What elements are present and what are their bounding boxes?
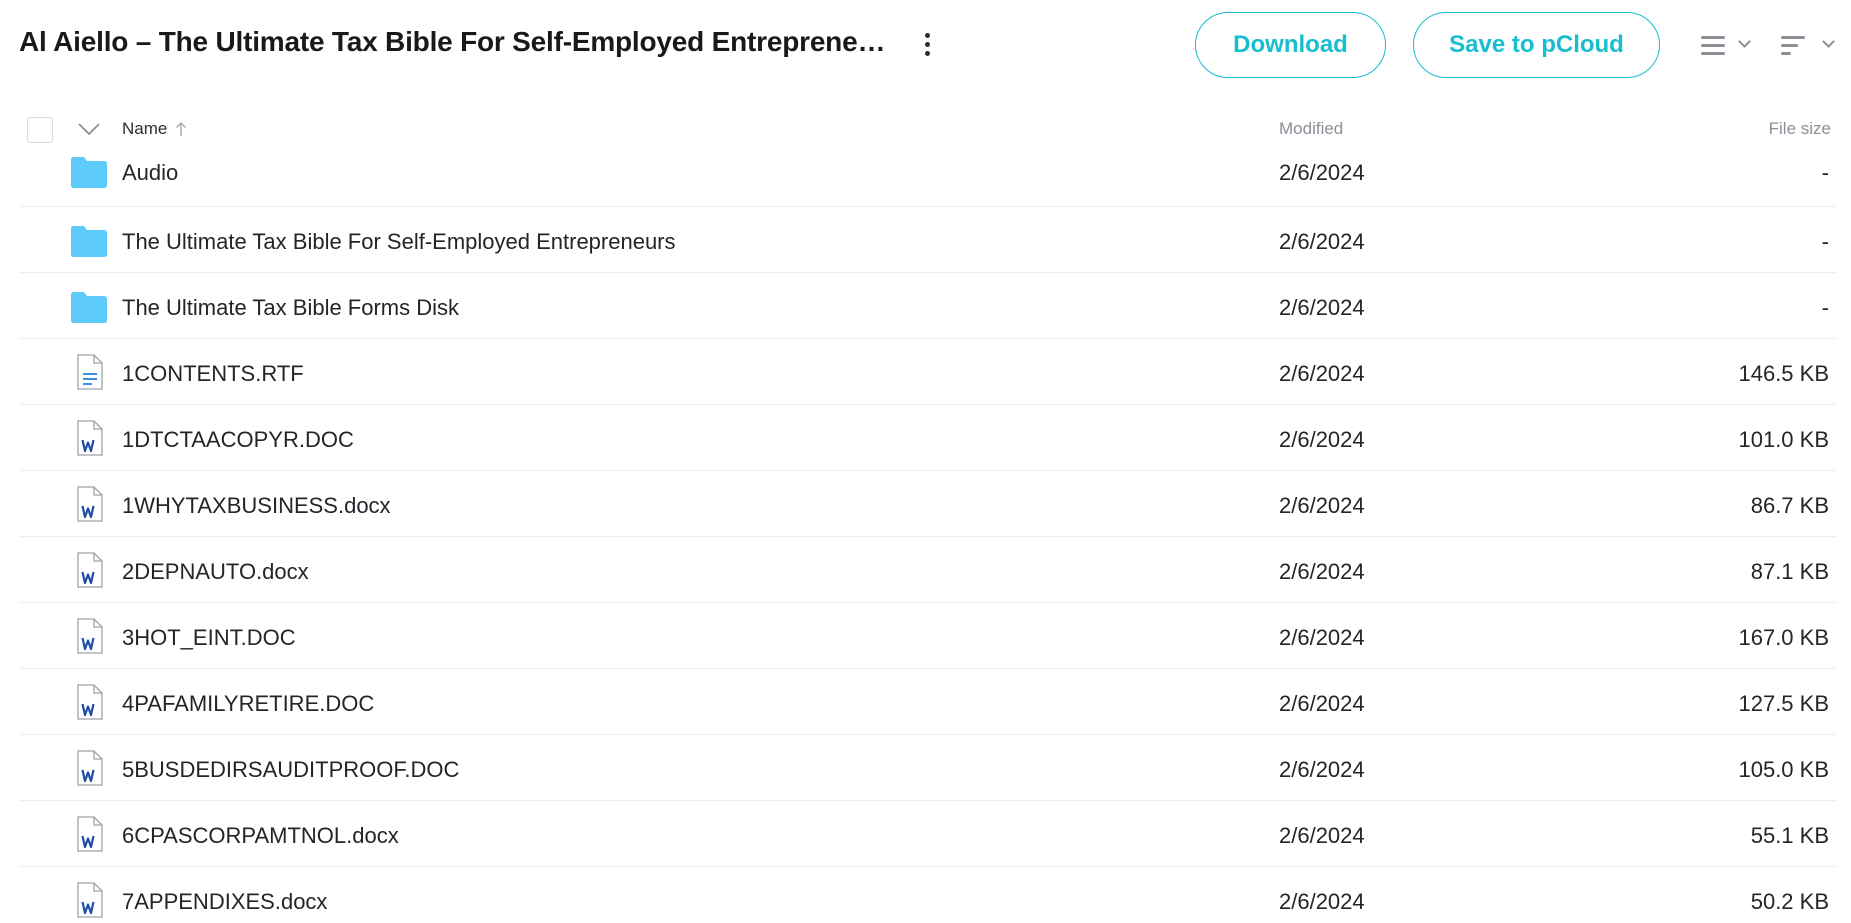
row-modified-date: 2/6/2024	[1279, 361, 1365, 386]
file-row[interactable]: 1DTCTAACOPYR.DOC 2/6/2024 101.0 KB	[19, 405, 1837, 471]
word-document-icon	[77, 552, 103, 588]
page-title: Al Aiello – The Ultimate Tax Bible For S…	[19, 26, 889, 57]
more-dot-icon	[924, 50, 930, 56]
row-modified-date: 2/6/2024	[1279, 625, 1365, 650]
folder-icon	[71, 226, 107, 257]
word-document-icon	[77, 750, 103, 786]
word-document-icon	[77, 618, 103, 654]
file-row[interactable]: 7APPENDIXES.docx 2/6/2024 50.2 KB	[19, 867, 1837, 923]
file-row[interactable]: 1CONTENTS.RTF 2/6/2024 146.5 KB	[19, 339, 1837, 405]
modified-column-header[interactable]: Modified	[1279, 119, 1343, 139]
save-to-pcloud-button[interactable]: Save to pCloud	[1413, 12, 1660, 78]
row-file-size: 127.5 KB	[1738, 691, 1829, 716]
row-file-size: 87.1 KB	[1750, 559, 1829, 584]
row-file-size: 105.0 KB	[1738, 757, 1829, 782]
word-document-icon	[77, 684, 103, 720]
row-file-size: 86.7 KB	[1750, 493, 1829, 518]
row-modified-date: 2/6/2024	[1279, 691, 1365, 716]
list-view-icon	[1701, 36, 1725, 55]
name-column-label: Name	[122, 119, 168, 138]
sort-ascending-arrow-icon	[176, 121, 187, 136]
more-dot-icon	[924, 41, 930, 47]
select-all-checkbox[interactable]	[27, 117, 53, 143]
row-file-size: 50.2 KB	[1750, 889, 1829, 914]
folder-row[interactable]: The Ultimate Tax Bible Forms Disk 2/6/202…	[19, 273, 1837, 339]
row-name: 1CONTENTS.RTF	[122, 361, 304, 386]
row-modified-date: 2/6/2024	[1279, 295, 1365, 320]
file-size-column-header[interactable]: File size	[1769, 119, 1831, 139]
row-file-size: -	[1821, 229, 1829, 254]
view-mode-toggle[interactable]	[1700, 32, 1760, 62]
file-row[interactable]: 6CPASCORPAMTNOL.docx 2/6/2024 55.1 KB	[19, 801, 1837, 867]
row-modified-date: 2/6/2024	[1279, 229, 1365, 254]
row-modified-date: 2/6/2024	[1279, 757, 1365, 782]
row-modified-date: 2/6/2024	[1279, 889, 1365, 914]
row-file-size: 167.0 KB	[1738, 625, 1829, 650]
row-file-size: 55.1 KB	[1750, 823, 1829, 848]
row-name: 1DTCTAACOPYR.DOC	[122, 427, 354, 452]
more-dot-icon	[924, 32, 930, 38]
word-document-icon	[77, 420, 103, 456]
toolbar: Al Aiello – The Ultimate Tax Bible For S…	[0, 0, 1851, 92]
file-row[interactable]: 4PAFAMILYRETIRE.DOC 2/6/2024 127.5 KB	[19, 669, 1837, 735]
folder-icon	[71, 292, 107, 323]
row-name: Audio	[122, 160, 179, 185]
chevron-down-icon	[1822, 35, 1835, 48]
row-modified-date: 2/6/2024	[1279, 559, 1365, 584]
row-name: The Ultimate Tax Bible Forms Disk	[122, 295, 460, 320]
word-document-icon	[77, 816, 103, 852]
row-name: 1WHYTAXBUSINESS.docx	[122, 493, 391, 518]
name-column-header[interactable]: Name	[122, 119, 187, 139]
row-file-size: -	[1821, 160, 1829, 185]
row-name: The Ultimate Tax Bible For Self-Employed…	[122, 229, 676, 254]
row-file-size: -	[1821, 295, 1829, 320]
file-row[interactable]: 1WHYTAXBUSINESS.docx 2/6/2024 86.7 KB	[19, 471, 1837, 537]
row-modified-date: 2/6/2024	[1279, 427, 1365, 452]
row-modified-date: 2/6/2024	[1279, 823, 1365, 848]
sort-icon	[1781, 36, 1805, 55]
word-document-icon	[77, 486, 103, 522]
file-list: Audio 2/6/2024- The Ultimate Tax Bible For…	[19, 142, 1837, 923]
file-row[interactable]: 5BUSDEDIRSAUDITPROOF.DOC 2/6/2024 105.0 KB	[19, 735, 1837, 801]
file-row[interactable]: 3HOT_EINT.DOC 2/6/2024 167.0 KB	[19, 603, 1837, 669]
chevron-down-icon[interactable]	[77, 122, 101, 136]
row-name: 3HOT_EINT.DOC	[122, 625, 296, 650]
folder-row[interactable]: The Ultimate Tax Bible For Self-Employed…	[19, 207, 1837, 273]
row-file-size: 101.0 KB	[1738, 427, 1829, 452]
word-document-icon	[77, 882, 103, 918]
sort-toggle[interactable]	[1780, 32, 1840, 62]
more-options-button[interactable]	[912, 26, 942, 62]
row-name: 5BUSDEDIRSAUDITPROOF.DOC	[122, 757, 460, 782]
folder-row[interactable]: Audio 2/6/2024 -	[19, 142, 1837, 207]
file-row[interactable]: 2DEPNAUTO.docx 2/6/2024 87.1 KB	[19, 537, 1837, 603]
folder-icon	[71, 157, 107, 188]
chevron-down-icon	[1738, 35, 1751, 48]
row-modified-date: 2/6/2024	[1279, 160, 1365, 185]
row-name: 2DEPNAUTO.docx	[122, 559, 309, 584]
row-name: 6CPASCORPAMTNOL.docx	[122, 823, 399, 848]
row-file-size: 146.5 KB	[1738, 361, 1829, 386]
row-modified-date: 2/6/2024	[1279, 493, 1365, 518]
download-button[interactable]: Download	[1195, 12, 1386, 78]
row-name: 4PAFAMILYRETIRE.DOC	[122, 691, 375, 716]
text-document-icon	[77, 354, 103, 390]
row-name: 7APPENDIXES.docx	[122, 889, 328, 914]
